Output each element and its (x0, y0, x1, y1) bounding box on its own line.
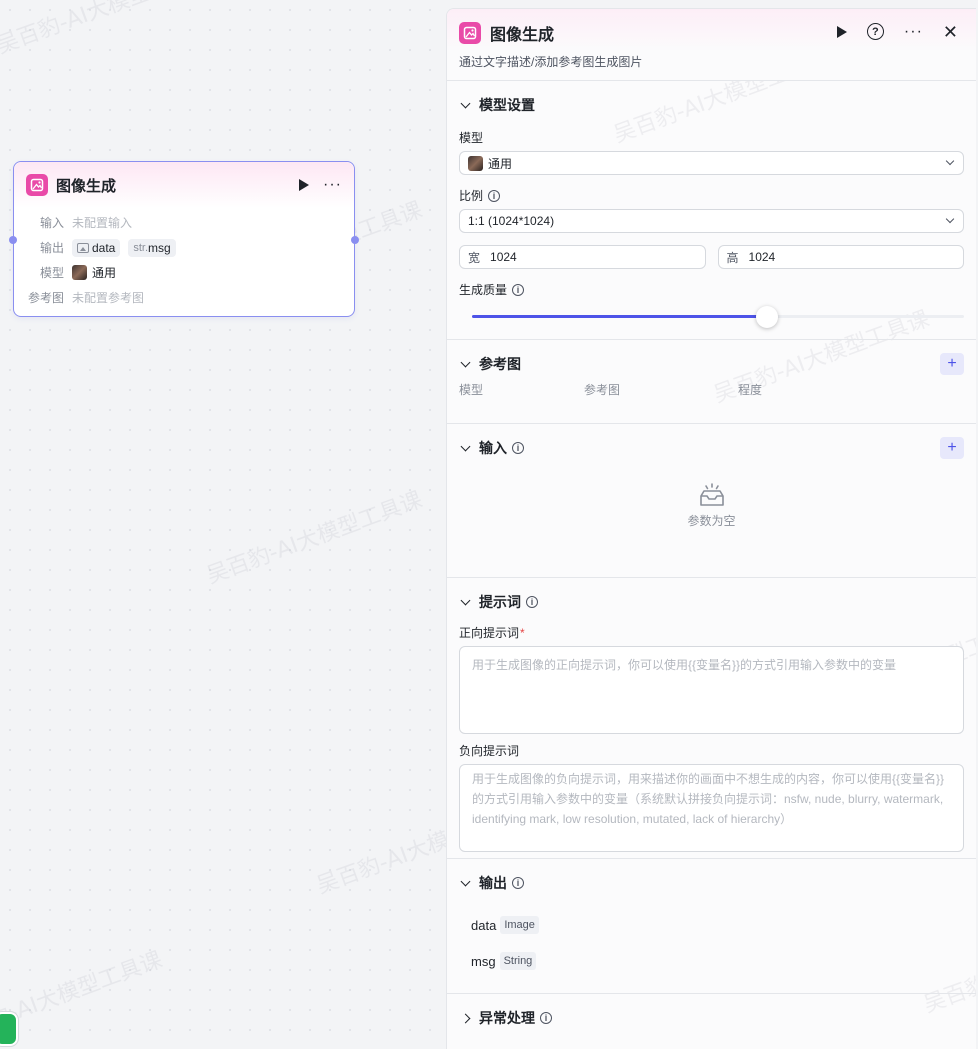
info-icon[interactable]: i (488, 189, 501, 202)
model-settings-section: 模型设置 模型 通用 比例 i 1:1 (1024*1024) 宽 1024 高… (447, 81, 976, 340)
output-header[interactable]: 输出 i (459, 859, 964, 907)
quality-label-row: 生成质量 i (459, 281, 964, 298)
input-handle[interactable] (9, 236, 17, 244)
image-gen-icon (459, 22, 481, 44)
node-input-row: 输入 未配置输入 (14, 210, 354, 235)
info-icon[interactable]: i (512, 877, 524, 889)
model-label: 模型 (39, 266, 64, 280)
output-item: data Image (459, 907, 964, 943)
panel-header: 图像生成 ? ··· ✕ 通过文字描述/添加参考图生成图片 (447, 9, 976, 81)
model-avatar (72, 265, 87, 280)
model-label: 模型 (459, 131, 484, 145)
node-ref-row: 参考图 未配置参考图 (14, 285, 354, 310)
node-header: 图像生成 ··· (14, 162, 354, 208)
chevron-down-icon (460, 441, 471, 451)
model-settings-header[interactable]: 模型设置 (459, 81, 964, 129)
input-header[interactable]: 输入 i (459, 424, 964, 472)
prompt-header[interactable]: 提示词 i (459, 578, 964, 626)
chevron-down-icon (945, 214, 955, 224)
chevron-down-icon (460, 357, 471, 367)
output-label: 输出 (39, 241, 64, 255)
error-handling-section: 异常处理 i (447, 994, 976, 1042)
ref-value: 未配置参考图 (72, 291, 145, 305)
reference-section: 参考图 + 模型 参考图 程度 (447, 340, 976, 424)
info-icon[interactable]: i (512, 283, 525, 296)
reference-columns: 模型 参考图 程度 (459, 383, 763, 397)
type-badge: Image (500, 916, 539, 934)
input-section: 输入 i + 参数为空 (447, 424, 976, 578)
chevron-down-icon (460, 876, 471, 886)
empty-box-icon (698, 482, 726, 506)
positive-prompt-label: 正向提示词 * (459, 625, 525, 641)
quality-slider[interactable] (459, 304, 964, 328)
width-input[interactable]: 宽 1024 (459, 245, 706, 269)
slider-thumb[interactable] (756, 306, 779, 328)
slider-track[interactable] (472, 306, 964, 328)
add-input-button[interactable]: + (940, 437, 964, 459)
negative-prompt-label: 负向提示词 (459, 744, 520, 758)
model-value: 通用 (92, 266, 117, 280)
image-gen-icon (26, 174, 48, 196)
output-handle[interactable] (351, 236, 359, 244)
close-icon[interactable]: ✕ (943, 23, 958, 41)
ref-label: 参考图 (27, 291, 64, 305)
node-title: 图像生成 (56, 177, 117, 195)
image-type-icon (77, 242, 89, 253)
error-handling-header[interactable]: 异常处理 i (459, 994, 964, 1042)
empty-text: 参数为空 (687, 514, 736, 528)
prompt-section: 提示词 i 正向提示词 * 用于生成图像的正向提示词，你可以使用{{变量名}}的方… (447, 578, 976, 859)
model-select[interactable]: 通用 (459, 151, 964, 175)
empty-state: 参数为空 (459, 472, 964, 561)
more-icon[interactable]: ··· (323, 177, 342, 193)
chevron-down-icon (945, 156, 955, 166)
ratio-select[interactable]: 1:1 (1024*1024) (459, 209, 964, 233)
watermark: 吴百豹-AI大模型工具课 (0, 0, 216, 59)
green-widget[interactable] (0, 1012, 18, 1046)
node-model-row: 模型 通用 (14, 260, 354, 285)
model-avatar (468, 155, 483, 171)
info-icon[interactable]: i (540, 1012, 552, 1024)
panel-title: 图像生成 (490, 27, 555, 44)
watermark: 吴百豹-AI大模型工具课 (203, 487, 426, 589)
negative-prompt-input[interactable]: 用于生成图像的负向提示词，用来描述你的画面中不想生成的内容，你可以使用{{变量名… (459, 764, 964, 852)
play-icon[interactable] (299, 179, 310, 191)
image-gen-node[interactable]: 图像生成 ··· 输入 未配置输入 输出 data str. msg 模型 通用 (9, 161, 359, 317)
help-icon[interactable]: ? (866, 23, 884, 40)
config-panel: 吴百豹-AI大模型工具课 吴百豹-AI大模型工具课 吴百豹-AI大模型工具课 吴… (446, 8, 976, 1049)
height-input[interactable]: 高 1024 (717, 245, 964, 269)
input-value: 未配置输入 (72, 216, 133, 230)
node-output-row: 输出 data str. msg (14, 235, 354, 260)
input-label: 输入 (39, 216, 64, 230)
output-item: msg String (459, 943, 964, 979)
slider-fill (472, 315, 768, 318)
panel-description: 通过文字描述/添加参考图生成图片 (459, 55, 643, 69)
chevron-down-icon (460, 98, 471, 108)
output-var-data: data (72, 238, 121, 257)
positive-prompt-input[interactable]: 用于生成图像的正向提示词，你可以使用{{变量名}}的方式引用输入参数中的变量 (459, 646, 964, 734)
info-icon[interactable]: i (512, 442, 524, 454)
add-reference-button[interactable]: + (940, 353, 964, 375)
more-icon[interactable]: ··· (904, 23, 923, 39)
info-icon[interactable]: i (526, 596, 538, 608)
watermark: 吴百豹-AI大模型工具课 (0, 947, 166, 1049)
ratio-label-row: 比例 i (459, 187, 964, 204)
type-badge: String (499, 952, 537, 970)
run-icon[interactable] (836, 25, 847, 38)
chevron-down-icon (460, 595, 471, 605)
chevron-right-icon (460, 1013, 471, 1023)
output-var-msg: str. msg (128, 238, 176, 257)
output-section: 输出 i data Image msg String (447, 859, 976, 994)
